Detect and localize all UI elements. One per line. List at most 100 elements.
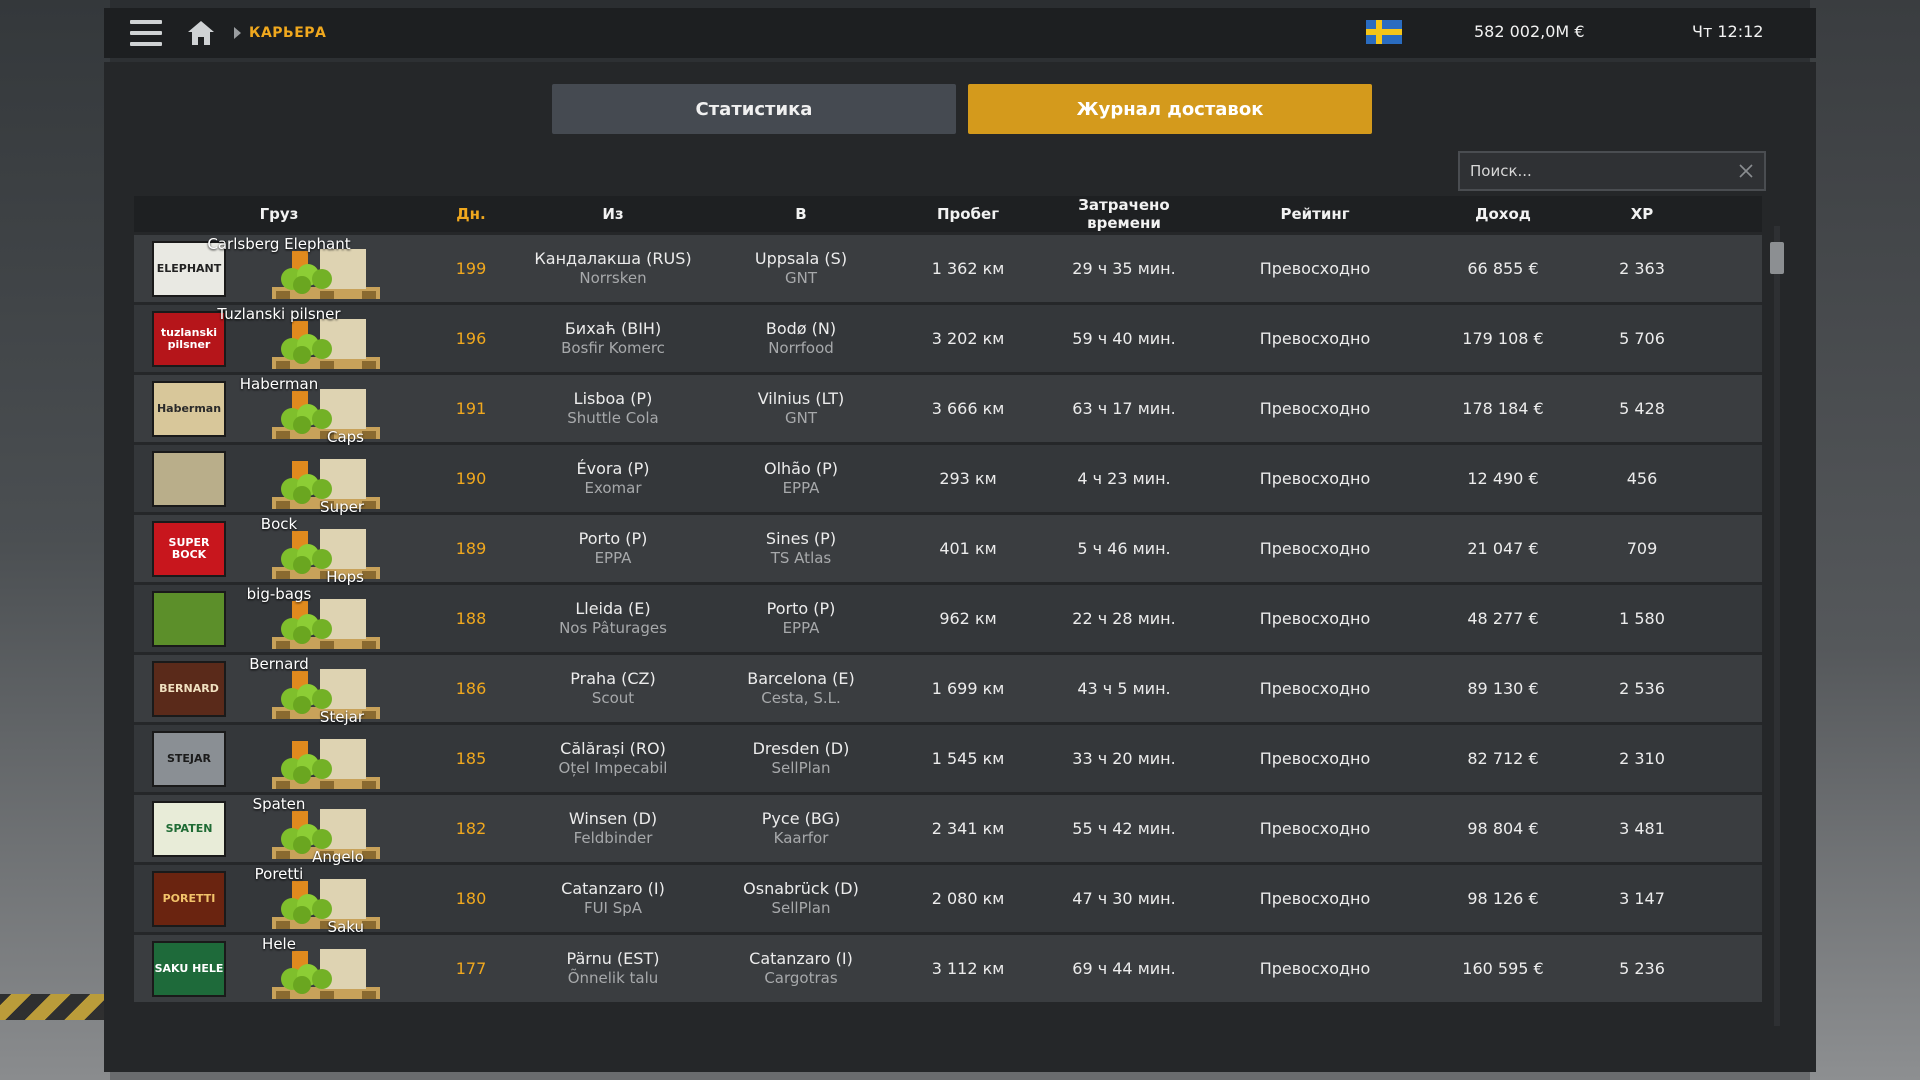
- to-company: EPPA: [782, 479, 820, 498]
- cargo-cell: BERNARD Bernard Stejar: [134, 655, 424, 726]
- rating-value: Превосходно: [1259, 679, 1371, 698]
- table-row[interactable]: BERNARD Bernard Stejar 186 Praha (CZ) Scout Ba…: [134, 655, 1762, 726]
- to-company: TS Atlas: [770, 549, 832, 568]
- distance-value: 962 км: [939, 609, 997, 628]
- to-company: Cesta, S.L.: [761, 689, 841, 708]
- table-row[interactable]: SAKU HELE Hele 177 Pärnu (EST) Õnnelik talu C…: [134, 935, 1762, 1002]
- menu-icon[interactable]: [130, 20, 162, 46]
- cargo-label-top: Bernard: [249, 655, 309, 673]
- column-cargo[interactable]: Груз: [134, 205, 424, 223]
- days-value: 199: [455, 259, 487, 278]
- income-value: 98 804 €: [1467, 819, 1539, 838]
- from-city: Winsen (D): [568, 809, 658, 829]
- from-city: Porto (P): [578, 529, 648, 549]
- distance-value: 293 км: [939, 469, 997, 488]
- column-rating[interactable]: Рейтинг: [1206, 205, 1424, 223]
- cargo-cell: SUPER BOCK Bock Hops: [134, 515, 424, 586]
- cargo-label-bottom: Hops: [326, 568, 364, 586]
- breadcrumb[interactable]: КАРЬЕРА: [249, 25, 326, 41]
- xp-value: 5 428: [1619, 399, 1665, 418]
- column-income[interactable]: Доход: [1424, 205, 1582, 223]
- table-row[interactable]: SUPER BOCK Bock Hops 189 Porto (P) EPPA Sines …: [134, 515, 1762, 586]
- search-box: [1458, 151, 1766, 191]
- to-cell: Olhão (P) EPPA: [708, 459, 894, 498]
- column-time[interactable]: Затрачено времени: [1042, 196, 1206, 232]
- to-company: Cargotras: [764, 969, 838, 988]
- distance-value: 3 112 км: [931, 959, 1005, 978]
- rating-value: Превосходно: [1259, 609, 1371, 628]
- rating-value: Превосходно: [1259, 469, 1371, 488]
- cargo-cell: Haberman Haberman Caps: [134, 375, 424, 446]
- xp-value: 2 536: [1619, 679, 1665, 698]
- table-row[interactable]: tuzlanski pilsner Tuzlanski pilsner 196 Бих…: [134, 305, 1762, 372]
- scrollbar-track[interactable]: [1774, 226, 1780, 1026]
- cargo-cell: Super: [134, 445, 424, 516]
- table-row[interactable]: big-bags 188 Lleida (E) Nos Pâturages Porto …: [134, 585, 1762, 652]
- from-company: Exomar: [584, 479, 642, 498]
- from-company: Bosfir Komerc: [561, 339, 665, 358]
- cargo-logo: [152, 451, 226, 507]
- close-icon[interactable]: [1738, 163, 1754, 179]
- column-distance[interactable]: Пробег: [894, 205, 1042, 223]
- to-cell: Dresden (D) SellPlan: [708, 739, 894, 778]
- xp-value: 2 310: [1619, 749, 1665, 768]
- from-company: Feldbinder: [573, 829, 653, 848]
- money-balance: 582 002,0M €: [1474, 22, 1585, 41]
- column-from[interactable]: Из: [518, 205, 708, 223]
- table-header: Груз Дн. Из В Пробег Затрачено времени Р…: [134, 196, 1762, 232]
- cargo-cell: SAKU HELE Hele: [134, 935, 424, 1002]
- time-value: 55 ч 42 мин.: [1072, 819, 1176, 838]
- scrollbar-thumb[interactable]: [1770, 242, 1784, 274]
- income-value: 98 126 €: [1467, 889, 1539, 908]
- table-row[interactable]: Super 190 Évora (P) Exomar Olhão (P) EPPA 293 …: [134, 445, 1762, 516]
- table-row[interactable]: SPATEN Spaten Angelo 182 Winsen (D) Feldbinde…: [134, 795, 1762, 866]
- home-icon[interactable]: [186, 19, 216, 47]
- tab-delivery-log[interactable]: Журнал доставок: [968, 84, 1372, 134]
- cargo-cell: ELEPHANT Carlsberg Elephant: [134, 235, 424, 302]
- rating-value: Превосходно: [1259, 329, 1371, 348]
- cargo-label-bottom: Angelo: [312, 848, 364, 866]
- to-city: Osnabrück (D): [743, 879, 859, 899]
- search-input[interactable]: [1470, 162, 1720, 180]
- cargo-label-bottom: Stejar: [319, 708, 364, 726]
- main-panel: Статистика Журнал доставок Груз Дн. Из В…: [104, 62, 1816, 1072]
- table-row[interactable]: Haberman Haberman Caps 191 Lisboa (P) Shuttle…: [134, 375, 1762, 446]
- to-city: Русе (BG): [761, 809, 841, 829]
- cargo-label-top: Haberman: [239, 375, 319, 393]
- income-value: 82 712 €: [1467, 749, 1539, 768]
- column-xp[interactable]: XP: [1582, 205, 1702, 223]
- cargo-crate-icon: [262, 945, 390, 1001]
- cargo-cell: SPATEN Spaten Angelo: [134, 795, 424, 866]
- from-cell: Călărași (RO) Oțel Impecabil: [518, 739, 708, 778]
- to-cell: Vilnius (LT) GNT: [708, 389, 894, 428]
- from-company: Shuttle Cola: [567, 409, 659, 428]
- table-row[interactable]: STEJAR 185 Călărași (RO) Oțel Impecabil Dres…: [134, 725, 1762, 792]
- sweden-flag-icon[interactable]: [1366, 20, 1402, 44]
- cargo-cell: big-bags: [134, 585, 424, 652]
- distance-value: 3 666 км: [931, 399, 1005, 418]
- from-city: Praha (CZ): [570, 669, 656, 689]
- days-value: 191: [455, 399, 487, 418]
- from-city: Lleida (E): [575, 599, 651, 619]
- to-cell: Catanzaro (I) Cargotras: [708, 949, 894, 988]
- to-city: Uppsala (S): [754, 249, 848, 269]
- cargo-label-top: Bock: [260, 515, 298, 533]
- xp-value: 3 147: [1619, 889, 1665, 908]
- table-row[interactable]: ELEPHANT Carlsberg Elephant 199 Кандалакша …: [134, 235, 1762, 302]
- column-days[interactable]: Дн.: [424, 205, 518, 223]
- cargo-label-top: big-bags: [246, 585, 312, 603]
- rating-value: Превосходно: [1259, 259, 1371, 278]
- days-value: 196: [455, 329, 487, 348]
- from-company: Scout: [591, 689, 635, 708]
- time-value: 4 ч 23 мин.: [1077, 469, 1171, 488]
- cargo-cell: PORETTI Poretti Saku: [134, 865, 424, 936]
- from-cell: Évora (P) Exomar: [518, 459, 708, 498]
- to-city: Bodø (N): [765, 319, 837, 339]
- to-cell: Barcelona (E) Cesta, S.L.: [708, 669, 894, 708]
- from-cell: Бихаћ (BIH) Bosfir Komerc: [518, 319, 708, 358]
- cargo-logo: STEJAR: [152, 731, 226, 787]
- from-cell: Winsen (D) Feldbinder: [518, 809, 708, 848]
- column-to[interactable]: В: [708, 205, 894, 223]
- tab-statistics[interactable]: Статистика: [552, 84, 956, 134]
- table-row[interactable]: PORETTI Poretti Saku 180 Catanzaro (I) FUI Sp…: [134, 865, 1762, 936]
